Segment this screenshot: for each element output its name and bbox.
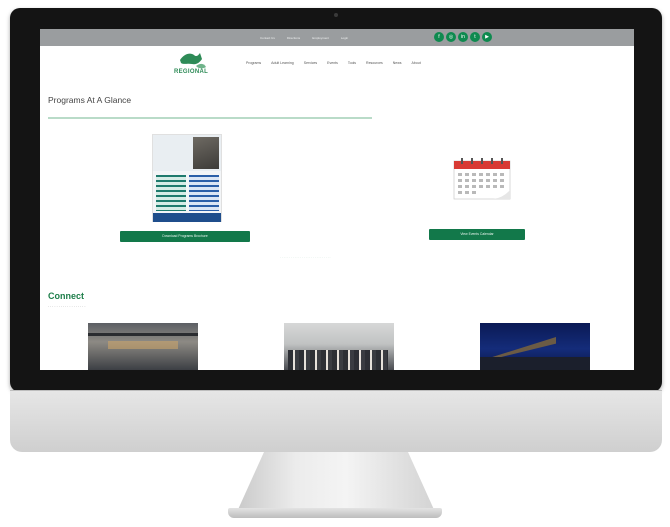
twitter-icon[interactable]: t bbox=[470, 32, 480, 42]
programs-link[interactable]: · · · · · · · · · · · · · · · · · · · · … bbox=[280, 255, 330, 259]
connect-photo-building[interactable] bbox=[480, 323, 590, 370]
youtube-icon[interactable]: ▶ bbox=[482, 32, 492, 42]
calendar-icon[interactable] bbox=[451, 156, 515, 202]
photo-detail bbox=[486, 337, 556, 359]
photo-detail bbox=[88, 333, 198, 336]
utility-link-employment[interactable]: Employment bbox=[312, 36, 329, 40]
nav-item-about[interactable]: About bbox=[412, 61, 421, 65]
site-logo[interactable]: REGIONAL bbox=[174, 50, 214, 80]
nav-item-resources[interactable]: Resources bbox=[366, 61, 383, 65]
michigan-logo-icon bbox=[180, 53, 206, 69]
photo-detail bbox=[480, 357, 590, 370]
brochure-column bbox=[156, 175, 186, 211]
monitor-chin bbox=[10, 390, 662, 452]
page-title: Programs At A Glance bbox=[48, 95, 132, 105]
photo-detail bbox=[288, 350, 388, 370]
programs-brochure-image[interactable] bbox=[152, 134, 222, 222]
utility-link-contact[interactable]: Contact Us bbox=[260, 36, 275, 40]
connect-heading: Connect bbox=[48, 291, 84, 301]
monitor-stand bbox=[236, 452, 436, 514]
logo-text: REGIONAL bbox=[174, 69, 209, 75]
site-header: REGIONAL Programs Adult Learning Service… bbox=[40, 46, 634, 86]
nav-item-news[interactable]: News bbox=[393, 61, 402, 65]
camera-icon bbox=[334, 13, 338, 17]
brochure-photo bbox=[193, 137, 219, 169]
linkedin-icon[interactable]: in bbox=[458, 32, 468, 42]
monitor-base bbox=[228, 508, 442, 518]
browser-screen: Contact Us Directions Employment Login f… bbox=[40, 29, 634, 370]
utility-bar: Contact Us Directions Employment Login f… bbox=[40, 29, 634, 46]
photo-detail bbox=[108, 341, 178, 349]
brochure-footer bbox=[153, 213, 221, 222]
instagram-icon[interactable]: ◎ bbox=[446, 32, 456, 42]
social-links: f ◎ in t ▶ bbox=[434, 32, 492, 42]
connect-photo-group[interactable] bbox=[284, 323, 394, 370]
facebook-icon[interactable]: f bbox=[434, 32, 444, 42]
nav-item-services[interactable]: Services bbox=[304, 61, 317, 65]
utility-links: Contact Us Directions Employment Login bbox=[260, 29, 348, 46]
view-calendar-button[interactable]: View Events Calendar bbox=[429, 229, 525, 240]
connect-subtitle: · · · · · · · · · · · · · · · · · · bbox=[48, 305, 86, 309]
intro-text-link[interactable] bbox=[48, 117, 372, 119]
nav-item-tools[interactable]: Tools bbox=[348, 61, 356, 65]
utility-link-login[interactable]: Login bbox=[341, 36, 348, 40]
utility-link-directions[interactable]: Directions bbox=[287, 36, 300, 40]
main-nav: Programs Adult Learning Services Events … bbox=[246, 61, 421, 65]
brochure-column bbox=[189, 175, 219, 211]
nav-item-adult-learning[interactable]: Adult Learning bbox=[271, 61, 294, 65]
connect-photo-interior[interactable] bbox=[88, 323, 198, 370]
nav-item-events[interactable]: Events bbox=[327, 61, 338, 65]
nav-item-programs[interactable]: Programs bbox=[246, 61, 261, 65]
download-brochure-button[interactable]: Download Programs Brochure bbox=[120, 231, 250, 242]
